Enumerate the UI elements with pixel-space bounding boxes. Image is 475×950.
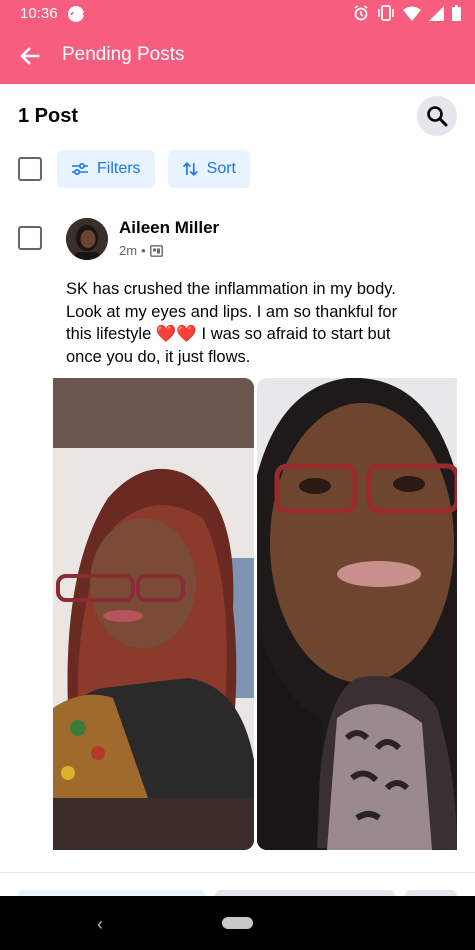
status-bar: 10:36 [0,0,475,28]
filters-button[interactable]: Filters [57,150,155,188]
filters-label: Filters [97,160,141,177]
search-button[interactable] [417,96,457,136]
page-title: Pending Posts [62,44,185,65]
messenger-icon [68,6,84,22]
filters-icon [72,162,88,176]
signal-icon [429,5,444,21]
vibrate-icon [378,5,394,21]
avatar[interactable] [66,218,108,260]
group-icon [149,244,163,257]
meta-separator: • [141,243,146,258]
search-icon [427,106,448,127]
post-select-checkbox[interactable] [18,226,42,250]
select-all-checkbox[interactable] [18,157,42,181]
nav-back-icon[interactable]: ‹ [97,914,103,935]
sort-button[interactable]: Sort [168,150,250,188]
battery-icon [452,5,461,21]
nav-home-pill[interactable] [222,917,253,929]
post-meta: 2m • [119,243,163,258]
divider [0,872,475,873]
post-count: 1 Post [18,105,79,127]
alarm-icon [354,5,368,21]
sort-icon [182,161,198,177]
wifi-icon [403,6,421,21]
status-time: 10:36 [20,5,58,22]
sort-label: Sort [206,160,236,177]
post-text: SK has crushed the inflammation in my bo… [66,280,398,366]
post-time: 2m [119,243,138,258]
photo-before[interactable] [53,378,254,850]
arrow-left-icon[interactable] [18,44,42,68]
photo-after[interactable] [257,378,457,850]
author-name[interactable]: Aileen Miller [119,218,219,238]
